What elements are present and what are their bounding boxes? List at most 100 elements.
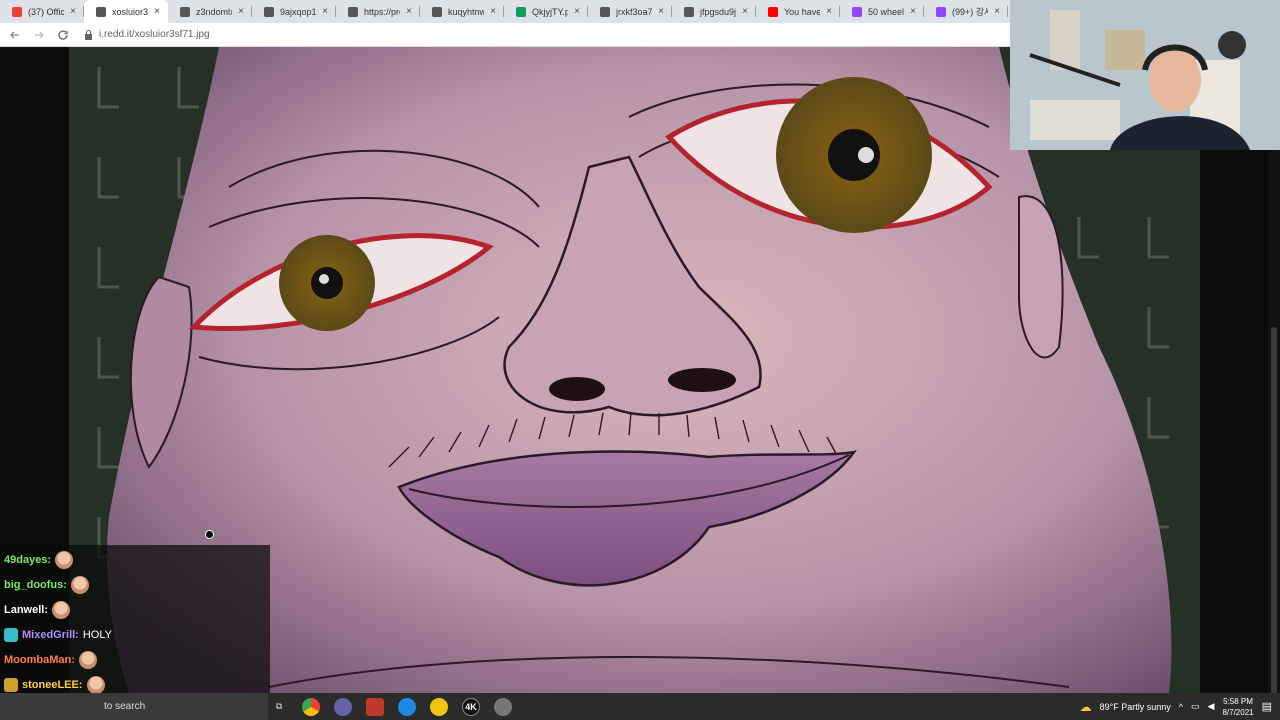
emote-icon — [70, 575, 89, 594]
chat-message: MoombaMan: — [0, 647, 270, 672]
chat-badge-icon — [4, 627, 18, 642]
browser-tab[interactable]: 50 wheel sp × — [840, 0, 924, 23]
browser-toolbar: i.redd.it/xosluior3sf71.jpg — [0, 23, 1010, 47]
arrow-left-icon — [10, 31, 19, 38]
task-view-icon[interactable]: ⧉ — [270, 698, 288, 716]
chat-username[interactable]: MixedGrill: — [22, 629, 79, 641]
tab-favicon-icon — [516, 6, 526, 17]
4k-app-icon[interactable]: 4K — [462, 697, 480, 716]
browser-tab[interactable]: (99+) 강사 × — [924, 0, 1008, 23]
tab-title: (37) Official — [28, 6, 65, 17]
tab-title: jfpgsdu9jv — [700, 6, 737, 17]
browser-tab[interactable]: https://pre × — [336, 0, 420, 23]
tab-favicon-icon — [96, 6, 106, 17]
chrome-icon[interactable] — [302, 697, 320, 716]
clock-date: 8/7/2021 — [1222, 707, 1254, 717]
tab-favicon-icon — [936, 6, 946, 17]
tab-title: (99+) 강사 — [952, 7, 988, 17]
tab-title: QkjyjTY.png — [532, 6, 569, 17]
chat-message: Lanwell: — [0, 597, 270, 622]
close-tab-icon[interactable]: × — [826, 6, 832, 17]
tab-title: https://pre — [364, 6, 401, 17]
address-bar-url: i.redd.it/xosluior3sf71.jpg — [99, 29, 210, 40]
taskbar-search[interactable]: to search — [0, 693, 268, 720]
emote-icon — [78, 650, 97, 669]
tab-favicon-icon — [12, 6, 22, 17]
chat-username[interactable]: MoombaMan: — [4, 654, 75, 666]
chat-username[interactable]: stoneeLEE: — [22, 679, 83, 691]
browser-tab[interactable]: 9ajxqop1m × — [252, 0, 336, 23]
browser-tab[interactable]: You have nc × — [756, 0, 840, 23]
scrollbar-thumb[interactable] — [1271, 327, 1277, 707]
stream-chat: 49dayes: big_doofus: Lanwell: MixedGrill: HO… — [0, 545, 270, 719]
arrow-right-icon — [35, 31, 44, 38]
chat-message: 49dayes: — [0, 547, 270, 572]
browser-tab[interactable]: jrxkf3oa7vf × — [588, 0, 672, 23]
chat-message: MixedGrill: HOLY — [0, 622, 270, 647]
close-tab-icon[interactable]: × — [238, 6, 244, 17]
chat-text: HOLY — [82, 628, 112, 641]
browser-tab[interactable]: jfpgsdu9jv × — [672, 0, 756, 23]
settings-app-icon[interactable] — [494, 697, 512, 716]
mouse-cursor — [205, 530, 214, 539]
windows-taskbar: to search ⧉ 4K ☁ 89°F Partly sunny ^ ▭ ◀… — [0, 693, 1280, 720]
close-tab-icon[interactable]: × — [574, 6, 580, 17]
close-tab-icon[interactable]: × — [154, 6, 160, 17]
tab-title: xosluior3sf7 — [112, 6, 149, 17]
tab-title: z3ndomlxiu — [196, 6, 232, 17]
emote-icon — [86, 675, 105, 694]
system-tray: ☁ 89°F Partly sunny ^ ▭ ◀ 5:58 PM 8/7/20… — [1080, 693, 1280, 720]
webcam-feed — [1010, 0, 1280, 150]
notification-icon[interactable]: ▤ — [1262, 700, 1272, 713]
tab-favicon-icon — [348, 6, 358, 17]
chat-badge-icon — [4, 677, 18, 692]
weather-icon: ☁ — [1079, 699, 1092, 714]
browser-tab[interactable]: kuqyhtnwb × — [420, 0, 504, 23]
clock[interactable]: 5:58 PM 8/7/2021 — [1222, 696, 1253, 718]
browser-tab[interactable]: z3ndomlxiu × — [168, 0, 252, 23]
chat-username[interactable]: big_doofus: — [4, 579, 67, 591]
tab-favicon-icon — [432, 6, 442, 17]
back-button[interactable] — [8, 28, 22, 42]
video-app-icon[interactable] — [366, 697, 384, 716]
network-icon[interactable]: ▭ — [1191, 701, 1200, 712]
tab-favicon-icon — [264, 6, 274, 17]
chat-username[interactable]: 49dayes: — [4, 554, 51, 566]
close-tab-icon[interactable]: × — [406, 6, 412, 17]
chat-message: big_doofus: — [0, 572, 270, 597]
tab-strip: (37) Official×xosluior3sf7×z3ndomlxiu×9a… — [0, 0, 1010, 23]
weather-text[interactable]: 89°F Partly sunny — [1100, 702, 1171, 712]
tab-title: kuqyhtnwb — [448, 6, 485, 17]
emote-icon — [52, 600, 71, 619]
app-icon[interactable] — [430, 697, 448, 716]
close-tab-icon[interactable]: × — [994, 6, 1000, 17]
taskbar-search-text: to search — [104, 701, 146, 712]
tab-favicon-icon — [768, 6, 778, 17]
tab-favicon-icon — [600, 6, 610, 17]
browser-tab[interactable]: (37) Official × — [0, 0, 84, 23]
close-tab-icon[interactable]: × — [322, 6, 328, 17]
address-bar[interactable]: i.redd.it/xosluior3sf71.jpg — [84, 29, 210, 40]
forward-button[interactable] — [32, 28, 46, 42]
lock-icon — [85, 29, 92, 40]
emote-icon — [55, 550, 74, 569]
close-tab-icon[interactable]: × — [490, 6, 496, 17]
chat-username[interactable]: Lanwell: — [4, 604, 48, 616]
reload-button[interactable] — [56, 28, 70, 42]
browser-tab[interactable]: xosluior3sf7 × — [84, 0, 168, 23]
close-tab-icon[interactable]: × — [910, 6, 916, 17]
chevron-up-icon[interactable]: ^ — [1179, 702, 1183, 712]
chat-app-icon[interactable] — [334, 697, 352, 716]
tab-favicon-icon — [684, 6, 694, 17]
tab-title: You have nc — [784, 6, 821, 17]
tab-favicon-icon — [852, 6, 862, 17]
tab-favicon-icon — [180, 6, 190, 17]
edge-icon[interactable] — [398, 697, 416, 716]
close-tab-icon[interactable]: × — [70, 6, 76, 17]
tab-title: 9ajxqop1m — [280, 6, 317, 17]
close-tab-icon[interactable]: × — [658, 6, 664, 17]
browser-tab[interactable]: QkjyjTY.png × — [504, 0, 588, 23]
tab-title: jrxkf3oa7vf — [616, 6, 653, 17]
close-tab-icon[interactable]: × — [742, 6, 748, 17]
volume-icon[interactable]: ◀ — [1208, 701, 1215, 712]
